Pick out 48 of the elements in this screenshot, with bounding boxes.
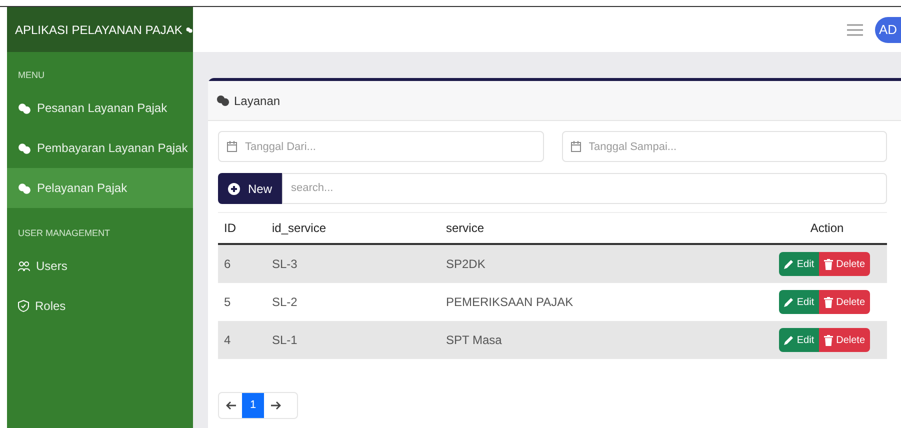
trash-icon bbox=[824, 296, 834, 308]
table-cell: SPT Masa bbox=[446, 333, 502, 347]
column-header: service bbox=[446, 221, 484, 235]
card-title: Layanan bbox=[234, 92, 280, 110]
pencil-icon bbox=[784, 297, 794, 307]
column-header: id_service bbox=[272, 221, 326, 235]
delete-button[interactable]: Delete bbox=[819, 290, 870, 314]
coins-icon bbox=[216, 95, 230, 106]
table-cell: SL-3 bbox=[272, 257, 298, 271]
menu-icon[interactable] bbox=[847, 24, 863, 36]
trash-icon bbox=[824, 334, 834, 346]
column-header: ID bbox=[224, 221, 236, 235]
table-cell: 4 bbox=[224, 333, 231, 347]
table-cell: PEMERIKSAAN PAJAK bbox=[446, 295, 574, 309]
users-icon bbox=[18, 260, 30, 272]
coins-icon bbox=[18, 182, 31, 194]
section-heading: USER MANAGEMENT bbox=[17, 227, 112, 240]
trash-icon bbox=[824, 258, 834, 270]
edit-button[interactable]: Edit bbox=[778, 328, 820, 352]
table-cell: SL-2 bbox=[272, 295, 298, 309]
pencil-icon bbox=[784, 335, 794, 345]
edit-button[interactable]: Edit bbox=[778, 290, 820, 314]
calendar-icon bbox=[570, 141, 580, 152]
right-arrow-icon bbox=[270, 401, 280, 410]
delete-button[interactable]: Delete bbox=[819, 252, 870, 276]
table-cell: SP2DK bbox=[446, 257, 486, 271]
plus-icon bbox=[228, 182, 240, 194]
avatar[interactable]: AD bbox=[875, 16, 901, 42]
calendar-icon bbox=[227, 141, 237, 152]
page-button[interactable]: 1 bbox=[242, 393, 264, 418]
search-field[interactable]: search... bbox=[282, 173, 887, 204]
table-cell: SL-1 bbox=[272, 333, 298, 347]
sidebar-item[interactable]: Pelayanan Pajak bbox=[7, 168, 193, 208]
delete-button[interactable]: Delete bbox=[819, 328, 870, 352]
section-heading: MENU bbox=[17, 69, 46, 82]
date-field[interactable]: Tanggal Sampai... bbox=[562, 131, 887, 162]
column-header: Action bbox=[810, 221, 844, 235]
shield-icon bbox=[18, 300, 29, 312]
date-field[interactable]: Tanggal Dari... bbox=[218, 131, 544, 162]
new-button[interactable]: New bbox=[218, 173, 282, 204]
table-cell: 5 bbox=[224, 295, 231, 309]
coins-icon bbox=[18, 102, 31, 114]
app-title: APLIKASI PELAYANAN PAJAK bbox=[15, 22, 182, 38]
left-arrow-icon bbox=[226, 401, 236, 410]
table-cell: 6 bbox=[224, 257, 231, 271]
coins-icon bbox=[18, 142, 31, 154]
edit-button[interactable]: Edit bbox=[778, 252, 820, 276]
pencil-icon bbox=[784, 259, 794, 269]
